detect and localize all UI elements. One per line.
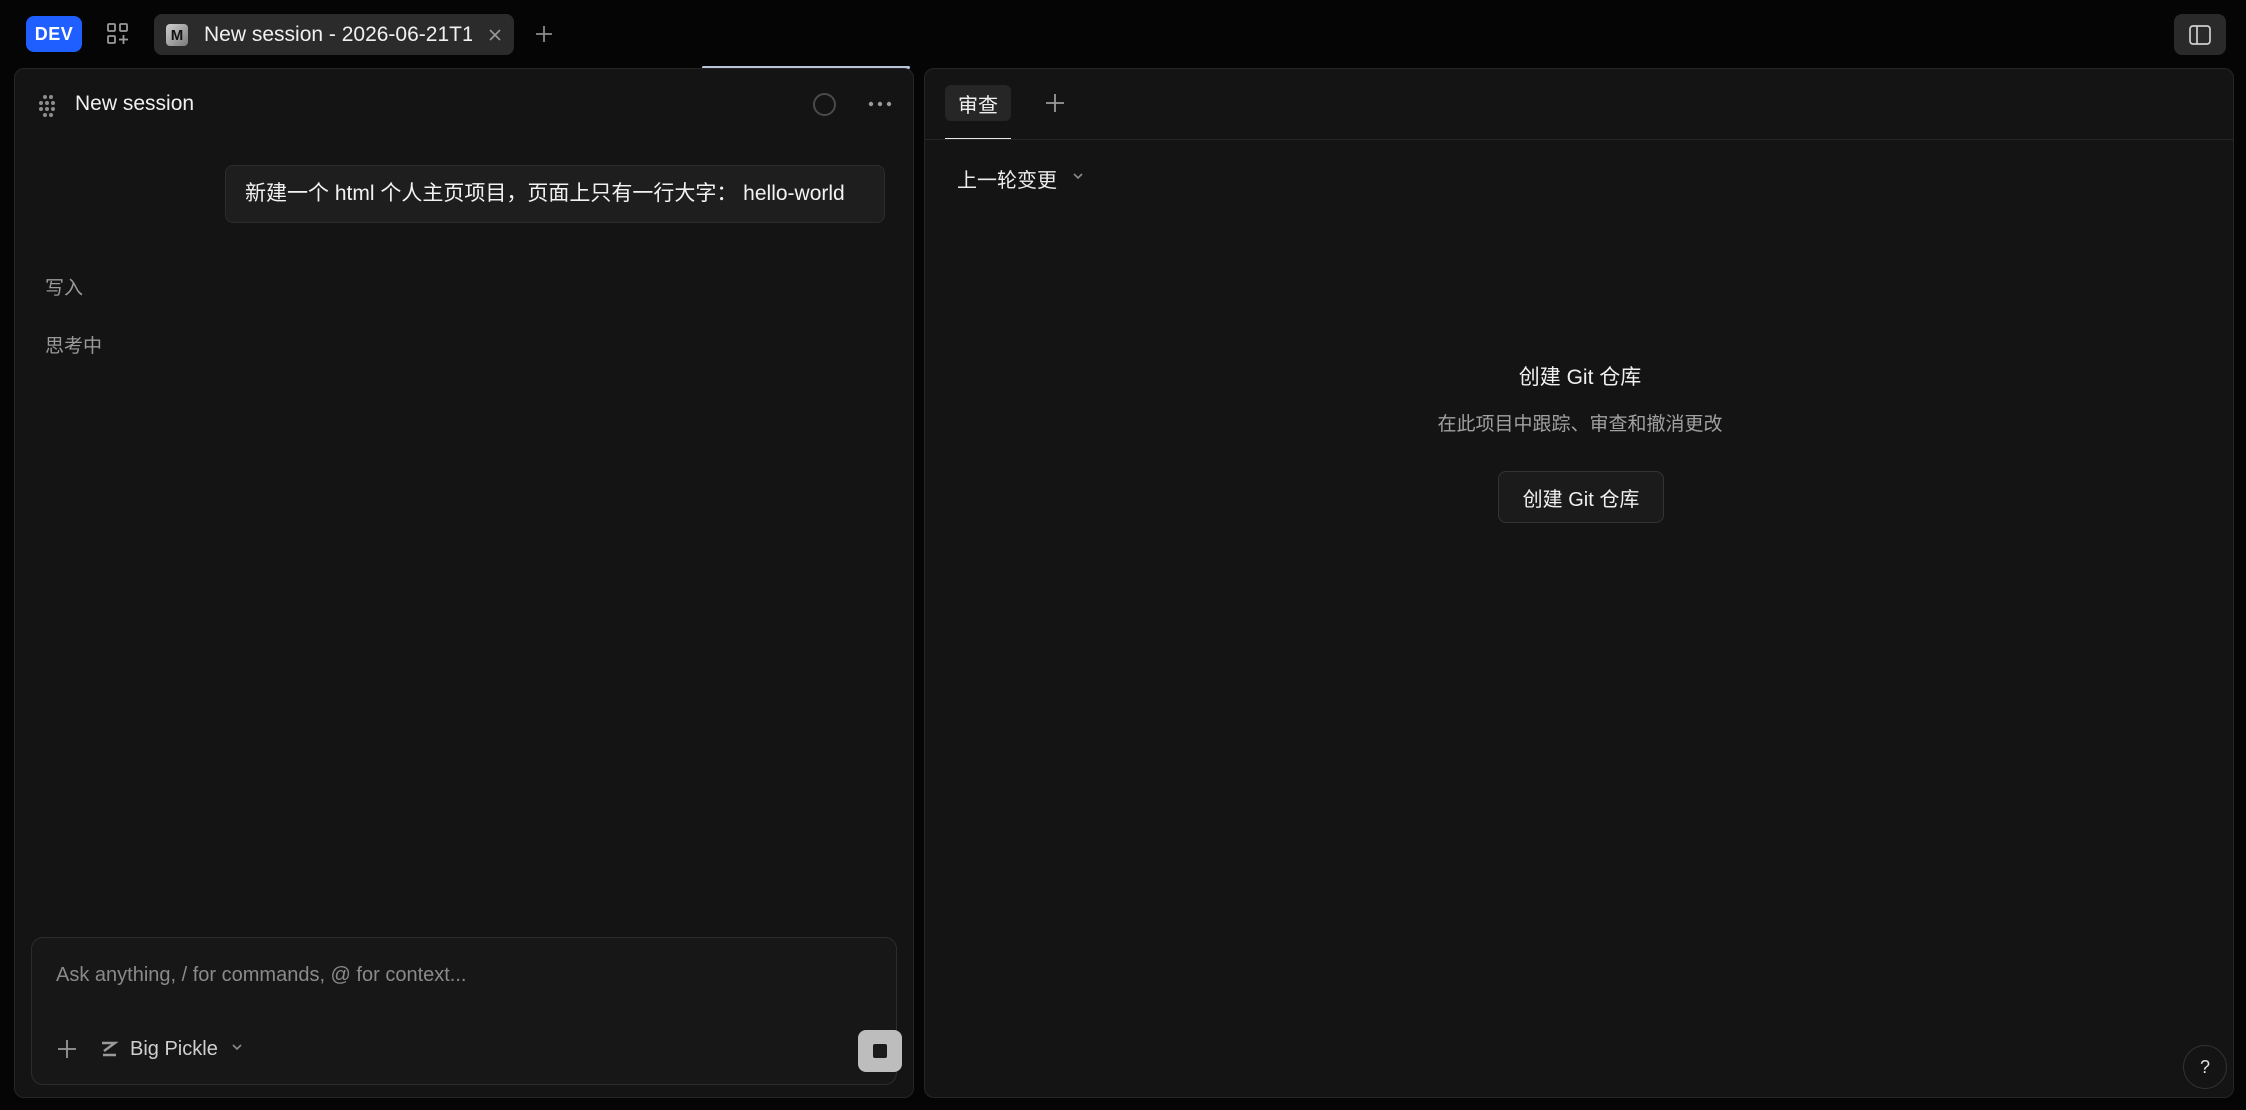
review-panel: 审查 上一轮变更 创建 Git 仓库 在此项目中跟踪、审查和撤消更改 创建 Gi… xyxy=(924,68,2234,1098)
empty-state-description: 在此项目中跟踪、审查和撤消更改 xyxy=(1437,414,1723,435)
help-button[interactable]: ? xyxy=(2183,1045,2227,1089)
step-thinking: 思考中 xyxy=(45,336,103,357)
tab-title: New session - 2026-06-21T1 xyxy=(204,23,472,46)
chevron-down-icon xyxy=(1071,169,1085,188)
close-icon[interactable] xyxy=(484,24,506,46)
sidebar-toggle-icon[interactable] xyxy=(2174,14,2226,55)
app-logo-icon: M xyxy=(166,24,188,46)
chevron-down-icon xyxy=(230,1040,244,1059)
message-composer: Big Pickle xyxy=(31,937,902,1085)
prompt-input[interactable] xyxy=(56,960,856,990)
scope-label: 上一轮变更 xyxy=(957,169,1057,192)
ellipsis-icon[interactable] xyxy=(865,91,895,117)
title-bar: DEV M New session - 2026-06-21T1 xyxy=(0,0,2246,68)
step-writing: 写入 xyxy=(45,278,84,299)
user-message: 新建一个 html 个人主页项目，页面上只有一行大字： hello-world xyxy=(225,165,885,223)
stop-button[interactable] xyxy=(858,1030,902,1072)
dev-badge: DEV xyxy=(26,16,82,52)
session-title: New session xyxy=(75,92,195,115)
circle-icon xyxy=(813,93,836,116)
stop-icon xyxy=(873,1044,887,1058)
dot-grid-icon xyxy=(37,93,61,117)
model-z-icon xyxy=(98,1038,120,1060)
model-selector[interactable]: Big Pickle xyxy=(98,1034,244,1064)
grid-plus-icon[interactable] xyxy=(104,20,132,48)
empty-state-title: 创建 Git 仓库 xyxy=(1518,366,1642,389)
session-tab[interactable]: M New session - 2026-06-21T1 xyxy=(154,14,514,55)
plus-icon[interactable] xyxy=(1043,91,1067,115)
tab-review[interactable]: 审查 xyxy=(945,85,1011,121)
plus-icon[interactable] xyxy=(532,22,556,46)
divider xyxy=(925,139,2233,140)
tab-title-clip: New session - 2026-06-21T1 xyxy=(204,14,472,55)
change-scope-dropdown[interactable]: 上一轮变更 xyxy=(957,163,1085,193)
model-name: Big Pickle xyxy=(130,1037,218,1060)
create-git-repo-button[interactable]: 创建 Git 仓库 xyxy=(1498,471,1664,523)
chat-panel: New session 新建一个 html 个人主页项目，页面上只有一行大字： … xyxy=(14,68,914,1098)
plus-icon[interactable] xyxy=(54,1036,80,1062)
